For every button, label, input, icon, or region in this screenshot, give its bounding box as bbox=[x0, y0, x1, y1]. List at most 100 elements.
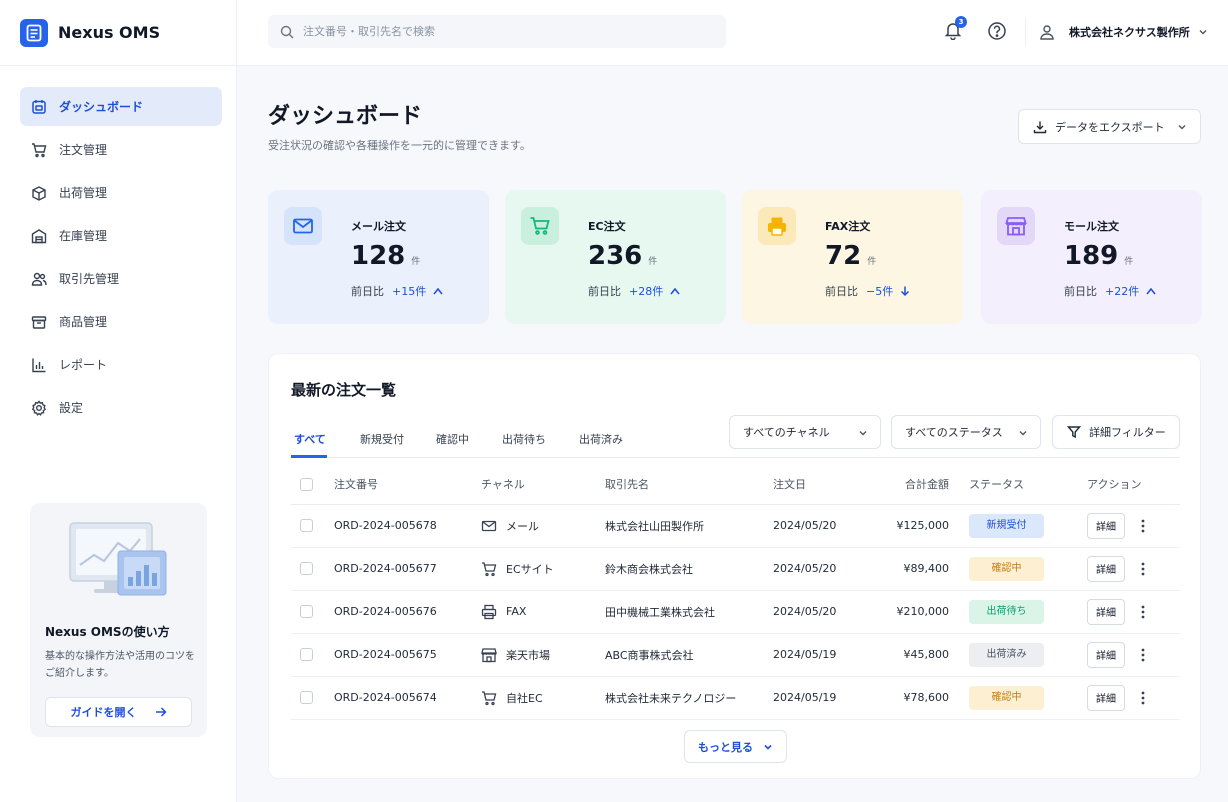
detail-button[interactable]: 詳細 bbox=[1087, 684, 1125, 711]
table-row[interactable]: ORD-2024-005677 ECサイト 鈴木商会株式会社 2024/05/20 ¥8… bbox=[291, 547, 1180, 591]
order-id[interactable]: ORD-2024-005676 bbox=[334, 590, 481, 634]
notification-badge: 3 bbox=[955, 16, 967, 28]
active-tab-indicator bbox=[291, 455, 327, 458]
row-checkbox[interactable] bbox=[300, 648, 313, 661]
help-button[interactable] bbox=[987, 21, 1007, 41]
chevron-down-icon bbox=[859, 431, 867, 436]
stat-value: 72 件 bbox=[825, 241, 877, 271]
status-badge: 確認中 bbox=[969, 685, 1044, 710]
status-badge: 出荷待ち bbox=[969, 599, 1044, 624]
open-guide-button[interactable]: ガイドを開く bbox=[45, 697, 192, 727]
more-vertical-icon[interactable] bbox=[1137, 691, 1149, 705]
channel-name: 楽天市場 bbox=[506, 648, 550, 662]
channel-filter-select[interactable]: すべてのチャネル bbox=[729, 415, 881, 449]
order-amount: ¥89,400 bbox=[873, 547, 969, 591]
export-button[interactable]: データをエクスポート bbox=[1018, 109, 1201, 144]
stat-card-mall[interactable]: モール注文 189 件 前日比 +22件 bbox=[981, 190, 1202, 324]
sidebar-item-dashboard[interactable]: ダッシュボード bbox=[20, 87, 222, 126]
more-vertical-icon[interactable] bbox=[1137, 562, 1149, 576]
order-id[interactable]: ORD-2024-005678 bbox=[334, 504, 481, 548]
guide-description: 基本的な操作方法や活用のコツをご紹介します。 bbox=[45, 651, 195, 679]
order-date: 2024/05/19 bbox=[773, 676, 873, 720]
search-input[interactable] bbox=[303, 25, 703, 38]
stat-card-ec[interactable]: EC注文 236 件 前日比 +28件 bbox=[505, 190, 726, 324]
cart-icon bbox=[30, 141, 48, 159]
mail-icon bbox=[284, 207, 322, 245]
table-row[interactable]: ORD-2024-005675 楽天市場 ABC商事株式会社 2024/05/19 ¥4… bbox=[291, 633, 1180, 677]
more-vertical-icon[interactable] bbox=[1137, 519, 1149, 533]
detail-filter-label: 詳細フィルター bbox=[1089, 426, 1166, 439]
user-icon bbox=[1040, 25, 1054, 40]
sidebar-item-label: 在庫管理 bbox=[59, 229, 108, 243]
stat-delta: 前日比 +15件 bbox=[351, 283, 444, 299]
order-id[interactable]: ORD-2024-005677 bbox=[334, 547, 481, 591]
select-all-checkbox[interactable] bbox=[300, 477, 313, 491]
sidebar-item-inventory[interactable]: 在庫管理 bbox=[20, 216, 222, 255]
detail-button[interactable]: 詳細 bbox=[1087, 512, 1125, 539]
fax-icon bbox=[481, 604, 497, 620]
sidebar-item-label: ダッシュボード bbox=[59, 100, 144, 114]
row-checkbox[interactable] bbox=[300, 519, 313, 532]
search-icon bbox=[280, 25, 294, 38]
stat-delta: 前日比 +22件 bbox=[1064, 283, 1157, 299]
user-menu[interactable]: 株式会社ネクサス製作所 bbox=[1039, 18, 1208, 46]
sidebar-item-orders[interactable]: 注文管理 bbox=[20, 130, 222, 169]
column-header: 注文番号 bbox=[334, 465, 481, 505]
status-filter-select[interactable]: すべてのステータス bbox=[891, 415, 1041, 449]
download-icon bbox=[1033, 121, 1047, 133]
customer-name: ABC商事株式会社 bbox=[605, 633, 773, 677]
tab-new[interactable]: 新規受付 bbox=[360, 431, 404, 447]
load-more-button[interactable]: もっと見る bbox=[684, 730, 787, 763]
order-id[interactable]: ORD-2024-005674 bbox=[334, 676, 481, 720]
sidebar-item-products[interactable]: 商品管理 bbox=[20, 302, 222, 341]
order-id[interactable]: ORD-2024-005675 bbox=[334, 633, 481, 677]
sidebar-item-partners[interactable]: 取引先管理 bbox=[20, 259, 222, 298]
customer-name: 株式会社未来テクノロジー bbox=[605, 676, 773, 720]
header-divider bbox=[1025, 18, 1026, 46]
channel-name: 自社EC bbox=[506, 691, 543, 705]
row-checkbox[interactable] bbox=[300, 605, 313, 618]
detail-button[interactable]: 詳細 bbox=[1087, 641, 1125, 668]
status-badge: 出荷済み bbox=[969, 642, 1044, 667]
more-vertical-icon[interactable] bbox=[1137, 605, 1149, 619]
order-amount: ¥125,000 bbox=[873, 504, 969, 548]
tab-shipped[interactable]: 出荷済み bbox=[579, 431, 623, 447]
order-date: 2024/05/20 bbox=[773, 504, 873, 548]
column-header: チャネル bbox=[481, 465, 605, 505]
stat-card-fax[interactable]: FAX注文 72 件 前日比 −5件 bbox=[742, 190, 963, 324]
row-checkbox[interactable] bbox=[300, 691, 313, 704]
tab-waiting[interactable]: 出荷待ち bbox=[502, 431, 546, 447]
tab-all[interactable]: すべて bbox=[294, 431, 326, 447]
brand[interactable]: Nexus OMS bbox=[0, 0, 236, 66]
search-box[interactable] bbox=[268, 15, 726, 48]
sidebar-item-label: 出荷管理 bbox=[59, 186, 108, 200]
detail-button[interactable]: 詳細 bbox=[1087, 598, 1125, 625]
topbar: 3 株式会社ネクサス製作所 bbox=[237, 0, 1228, 66]
chevron-down-icon bbox=[1178, 124, 1186, 129]
table-row[interactable]: ORD-2024-005674 自社EC 株式会社未来テクノロジー 2024/05/1… bbox=[291, 676, 1180, 720]
detail-button[interactable]: 詳細 bbox=[1087, 555, 1125, 582]
notification-button[interactable]: 3 bbox=[943, 16, 967, 42]
row-checkbox[interactable] bbox=[300, 562, 313, 575]
sidebar-item-shipping[interactable]: 出荷管理 bbox=[20, 173, 222, 212]
column-header: アクション bbox=[1087, 465, 1180, 505]
stat-card-mail[interactable]: メール注文 128 件 前日比 +15件 bbox=[268, 190, 489, 324]
trend-up-icon bbox=[1146, 287, 1156, 295]
more-vertical-icon[interactable] bbox=[1137, 648, 1149, 662]
monitor-illustration-icon bbox=[69, 522, 167, 596]
cart-icon bbox=[481, 561, 497, 577]
sidebar-item-reports[interactable]: レポート bbox=[20, 345, 222, 384]
table-row[interactable]: ORD-2024-005678 メール 株式会社山田製作所 2024/05/20 ¥12… bbox=[291, 504, 1180, 548]
sidebar-item-settings[interactable]: 設定 bbox=[20, 388, 222, 427]
order-date: 2024/05/20 bbox=[773, 547, 873, 591]
trend-down-icon bbox=[901, 286, 910, 297]
stat-label: モール注文 bbox=[1064, 220, 1119, 233]
load-more-label: もっと見る bbox=[698, 740, 753, 754]
sidebar: Nexus OMS ダッシュボード 注文管理 出荷管理 在庫管理 取引先管理 商… bbox=[0, 0, 237, 802]
order-amount: ¥210,000 bbox=[873, 590, 969, 634]
table-row[interactable]: ORD-2024-005676 FAX 田中機械工業株式会社 2024/05/20 ¥2… bbox=[291, 590, 1180, 634]
detail-filter-button[interactable]: 詳細フィルター bbox=[1052, 415, 1180, 449]
stat-value: 189 件 bbox=[1064, 241, 1134, 271]
tab-review[interactable]: 確認中 bbox=[436, 431, 469, 447]
channel-name: ECサイト bbox=[506, 562, 554, 576]
